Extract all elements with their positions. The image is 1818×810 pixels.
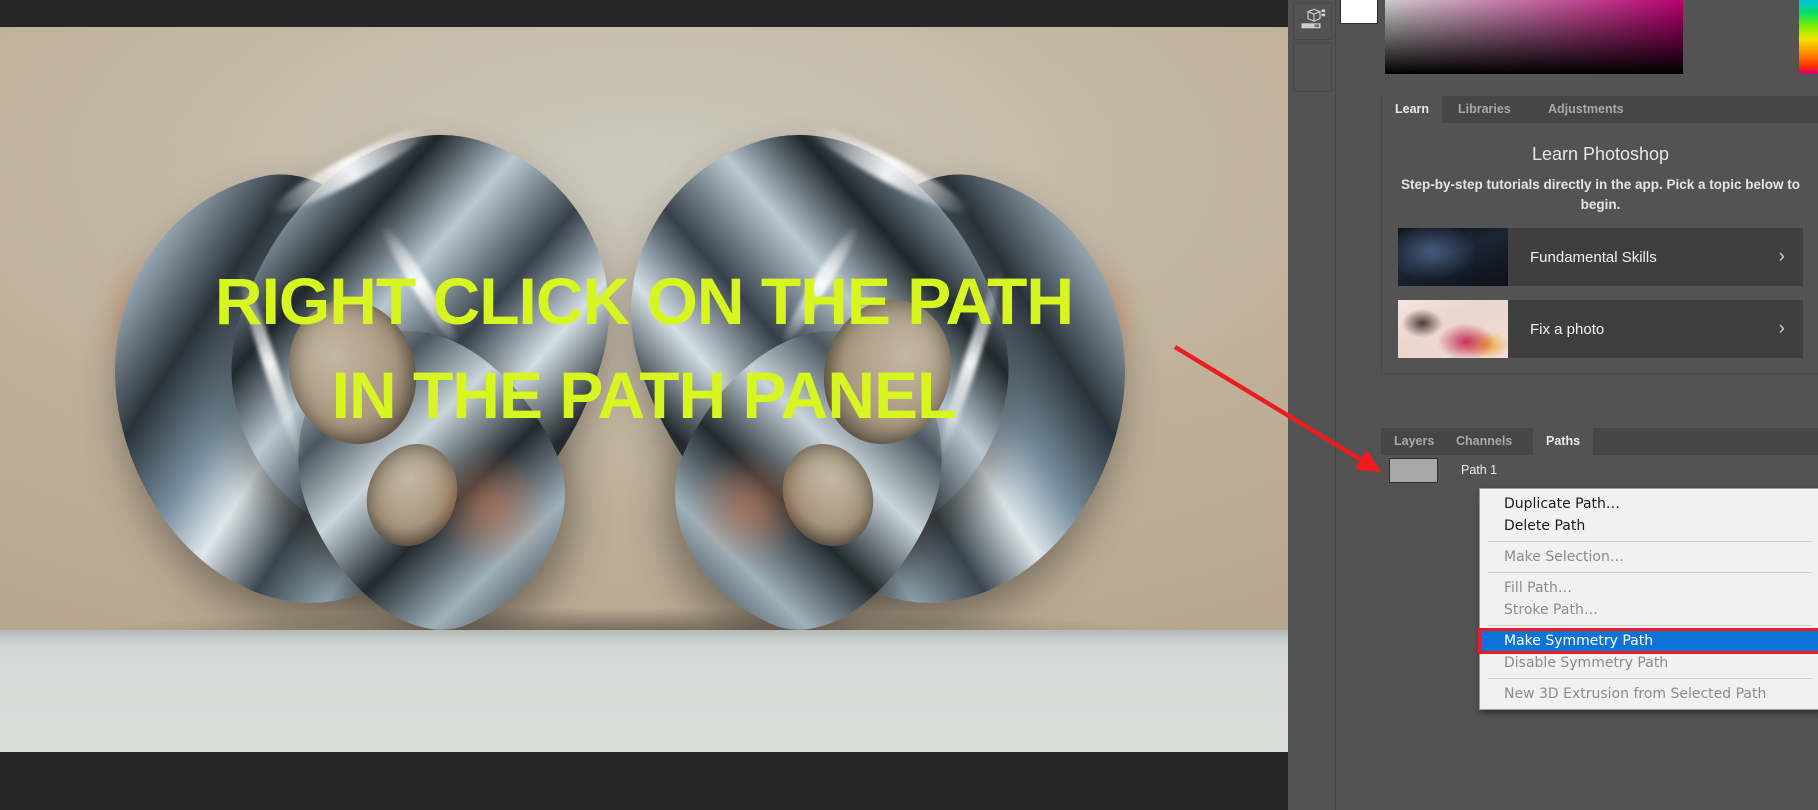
menu-item-disable-symmetry-path-wrap: Disable Symmetry Path xyxy=(1480,652,1818,674)
path-context-menu[interactable]: Duplicate Path… Delete Path Make Selecti… xyxy=(1478,488,1818,710)
document-canvas-area[interactable]: RIGHT CLICK ON THE PATH IN THE PATH PANE… xyxy=(0,0,1288,810)
menu-item-make-symmetry-path[interactable]: Make Symmetry Path xyxy=(1480,630,1818,652)
menu-item-new-3d-extrusion-wrap: New 3D Extrusion from Selected Path xyxy=(1480,683,1818,705)
3d-cube-icon xyxy=(1301,8,1325,29)
tutorial-card-fix-a-photo[interactable]: Fix a photo › xyxy=(1398,300,1803,359)
color-panel[interactable] xyxy=(1336,0,1818,96)
menu-item-delete-path[interactable]: Delete Path xyxy=(1480,515,1818,537)
color-gradient-field[interactable] xyxy=(1385,0,1683,74)
photoshop-window: RIGHT CLICK ON THE PATH IN THE PATH PANE… xyxy=(0,0,1818,810)
tab-channels[interactable]: Channels xyxy=(1443,428,1525,455)
tab-layers[interactable]: Layers xyxy=(1381,428,1447,455)
menu-item-disable-symmetry-path: Disable Symmetry Path xyxy=(1504,655,1669,671)
menu-item-delete-path-wrap: Delete Path xyxy=(1480,515,1818,537)
menu-item-new-3d-extrusion-from-selected-path: New 3D Extrusion from Selected Path xyxy=(1504,686,1767,702)
chevron-right-icon: › xyxy=(1778,318,1785,340)
canvas-gutter-top xyxy=(0,0,1288,27)
tutorial-card-label: Fix a photo xyxy=(1530,320,1605,338)
tab-learn[interactable]: Learn xyxy=(1382,96,1443,123)
document-image[interactable]: RIGHT CLICK ON THE PATH IN THE PATH PANE… xyxy=(0,27,1288,752)
menu-item-fill-path-wrap: Fill Path… xyxy=(1480,577,1818,599)
dock-secondary-panel-button[interactable] xyxy=(1293,42,1332,92)
learn-panel-title: Learn Photoshop xyxy=(1531,144,1670,164)
tutorial-card-label: Fundamental Skills xyxy=(1530,248,1657,266)
foreground-color-swatch[interactable] xyxy=(1340,0,1378,24)
menu-separator xyxy=(1488,678,1812,679)
menu-item-fill-path: Fill Path… xyxy=(1504,580,1572,596)
menu-item-duplicate-path[interactable]: Duplicate Path… xyxy=(1480,493,1818,515)
menu-item-make-selection: Make Selection… xyxy=(1504,549,1624,565)
tab-libraries[interactable]: Libraries xyxy=(1445,96,1524,123)
menu-item-duplicate-path-wrap: Duplicate Path… xyxy=(1480,493,1818,515)
menu-separator xyxy=(1488,541,1812,542)
menu-item-stroke-path-wrap: Stroke Path… xyxy=(1480,599,1818,621)
learn-panel: Learn Libraries Adjustments Learn Photos… xyxy=(1381,96,1818,374)
paths-panel-tabbar: Layers Channels Paths xyxy=(1381,428,1818,455)
learn-panel-tabbar: Learn Libraries Adjustments xyxy=(1382,96,1818,123)
hue-strip[interactable] xyxy=(1799,0,1818,74)
menu-item-make-selection-wrap: Make Selection… xyxy=(1480,546,1818,568)
tutorial-card-fundamental-skills[interactable]: Fundamental Skills › xyxy=(1398,228,1803,287)
tutorial-thumbnail xyxy=(1398,300,1508,359)
chevron-right-icon: › xyxy=(1778,246,1785,268)
menu-item-make-symmetry-path-highlight: Make Symmetry Path xyxy=(1478,628,1818,654)
tab-paths[interactable]: Paths xyxy=(1533,428,1594,455)
learn-panel-body: Learn Photoshop Step-by-step tutorials d… xyxy=(1382,123,1818,359)
canvas-gutter-bottom xyxy=(0,752,1288,810)
dock-icon-strip[interactable] xyxy=(1288,0,1336,810)
path-name-label: Path 1 xyxy=(1461,463,1498,477)
tab-adjustments[interactable]: Adjustments xyxy=(1535,96,1637,123)
path-list-item[interactable]: Path 1 xyxy=(1381,455,1818,485)
learn-panel-subtitle: Step-by-step tutorials directly in the a… xyxy=(1400,177,1801,212)
artwork-floor xyxy=(0,630,1288,752)
path-thumbnail xyxy=(1389,457,1438,483)
menu-item-stroke-path: Stroke Path… xyxy=(1504,602,1598,618)
tutorial-thumbnail xyxy=(1398,228,1508,287)
menu-separator xyxy=(1488,625,1812,626)
dock-3d-panel-button[interactable] xyxy=(1293,2,1332,40)
menu-separator xyxy=(1488,572,1812,573)
